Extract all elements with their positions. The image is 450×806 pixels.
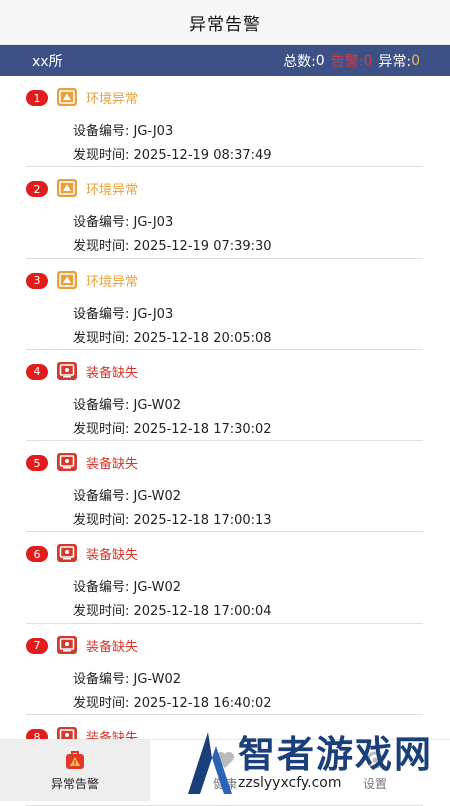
- alert-type: 装备缺失: [86, 365, 139, 381]
- alert-type: 装备缺失: [86, 639, 139, 655]
- abnormal-value: 0: [411, 52, 420, 69]
- list-item[interactable]: 2 环境异常设备编号: JG-J03 发现时间: 2025-12-19 07:39:…: [26, 167, 423, 259]
- found-time: 发现时间: 2025-12-18 17:30:02: [73, 421, 272, 437]
- list-item[interactable]: 6 装备缺失设备编号: JG-W02 发现时间: 2025-12-18 17:00:…: [26, 532, 423, 624]
- page-title: 异常告警: [189, 14, 261, 35]
- equipment-missing-icon: [57, 635, 77, 654]
- index-badge: 1: [26, 90, 48, 106]
- tab-alerts-label: 异常告警: [50, 777, 99, 791]
- found-time: 发现时间: 2025-12-18 17:00:04: [73, 604, 272, 620]
- title-bar: 异常告警: [0, 0, 450, 45]
- list-item[interactable]: 3 环境异常设备编号: JG-J03 发现时间: 2025-12-18 20:05:…: [26, 259, 423, 350]
- device-number: 设备编号: JG-J03: [73, 215, 174, 231]
- alert-type: 环境异常: [86, 183, 139, 199]
- counts: 总数: 0 告警: 0 异常: 0: [283, 51, 420, 71]
- found-time: 发现时间: 2025-12-19 07:39:30: [73, 239, 272, 255]
- tab-settings[interactable]: 设置: [300, 740, 450, 801]
- equipment-missing-icon: [57, 544, 77, 563]
- alert-type: 环境异常: [86, 92, 139, 107]
- index-badge: 6: [26, 546, 48, 563]
- abnormal-label: 异常:: [378, 53, 412, 70]
- list-item[interactable]: 1 环境异常设备编号: JG-J03 发现时间: 2025-12-19 08:37:…: [26, 76, 423, 168]
- device-number: 设备编号: JG-W02: [73, 671, 181, 687]
- equipment-missing-icon: [57, 453, 77, 472]
- environment-alert-icon: [57, 88, 77, 106]
- device-number: 设备编号: JG-W02: [73, 397, 181, 413]
- summary-bar: xx所 总数: 0 告警: 0 异常: 0: [0, 45, 450, 76]
- list-item[interactable]: 7 装备缺失设备编号: JG-W02 发现时间: 2025-12-18 16:40:…: [26, 624, 423, 716]
- list-item[interactable]: 5 装备缺失设备编号: JG-W02 发现时间: 2025-12-18 17:00:…: [26, 441, 423, 533]
- alarm-value: 0: [363, 52, 373, 69]
- tab-health[interactable]: 健康: [150, 740, 300, 801]
- alert-type: 装备缺失: [86, 548, 139, 564]
- total-value: 0: [315, 52, 325, 69]
- index-badge: 5: [26, 455, 48, 472]
- environment-alert-icon: [57, 179, 77, 198]
- device-number: 设备编号: JG-J03: [73, 124, 174, 139]
- environment-alert-icon: [57, 270, 77, 289]
- alarm-label: 告警:: [330, 53, 364, 70]
- tab-alerts[interactable]: 异常告警: [0, 740, 150, 801]
- tab-health-label: 健康: [212, 777, 237, 791]
- equipment-missing-icon: [57, 361, 77, 380]
- found-time: 发现时间: 2025-12-19 08:37:49: [73, 148, 272, 163]
- gear-icon: [366, 751, 384, 769]
- alert-list: 1 环境异常 设备编号: JG-J03 发现时间: 2025-12-19 08:37:…: [0, 76, 450, 806]
- found-time: 发现时间: 2025-12-18 20:05:08: [73, 330, 272, 346]
- device-number: 设备编号: JG-J03: [73, 306, 174, 322]
- total-label: 总数:: [283, 53, 316, 70]
- index-badge: 3: [26, 272, 48, 289]
- alert-type: 环境异常: [86, 274, 139, 290]
- health-icon: [216, 752, 234, 768]
- index-badge: 2: [26, 181, 48, 198]
- found-time: 发现时间: 2025-12-18 17:00:13: [73, 513, 272, 529]
- bottom-nav: 异常告警 健康 设置: [0, 739, 450, 801]
- index-badge: 7: [26, 637, 48, 654]
- found-time: 发现时间: 2025-12-18 16:40:02: [73, 695, 272, 711]
- device-number: 设备编号: JG-W02: [73, 580, 181, 596]
- index-badge: 4: [26, 363, 48, 380]
- list-item[interactable]: 4 装备缺失设备编号: JG-W02 发现时间: 2025-12-18 17:30:…: [26, 350, 423, 442]
- alert-type: 装备缺失: [86, 457, 139, 473]
- alert-bag-icon: [66, 751, 84, 769]
- tab-settings-label: 设置: [362, 777, 387, 791]
- device-number: 设备编号: JG-W02: [73, 489, 181, 505]
- org-name: xx所: [32, 53, 63, 70]
